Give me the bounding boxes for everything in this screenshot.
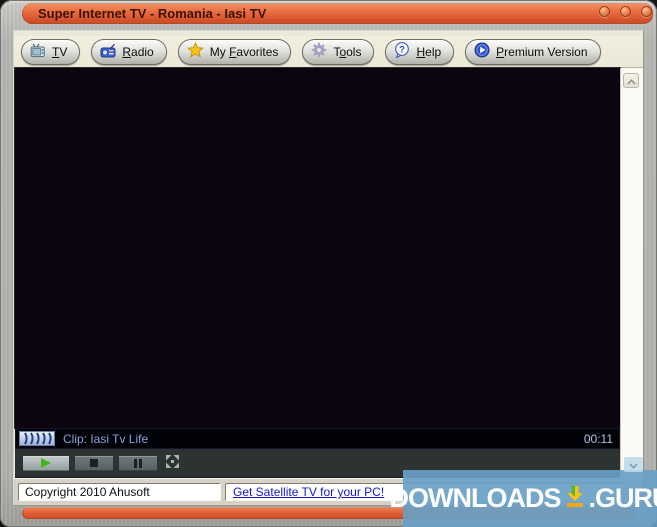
my-favorites-button-label: My Favorites [209,44,279,59]
premium-version-button-label: Premium Version [496,44,588,59]
star-icon [186,41,204,61]
maximize-button[interactable] [620,6,631,17]
clip-title: Clip: Iasi Tv Life [63,431,149,446]
copyright-field: Copyright 2010 Ahusoft [18,483,221,501]
my-favorites-button[interactable]: My Favorites [177,38,292,65]
help-button[interactable]: ? Help [385,38,455,65]
buffering-indicator [19,431,55,446]
premium-version-button[interactable]: Premium Version [465,38,601,65]
question-bubble-icon: ? [394,42,410,61]
tv-button-label: TV [52,44,68,59]
fullscreen-icon [164,453,181,473]
video-display [14,67,621,429]
help-button-label: Help [416,44,442,59]
watermark-text-right: .GURU [588,483,657,513]
svg-text:?: ? [400,44,406,55]
app-window: Super Internet TV - Romania - Iasi TV TV [0,0,657,527]
toolbar: TV Radio My Favorites Tools ? Help Premi… [14,36,643,68]
pause-icon [134,458,142,468]
chevron-down-icon [629,456,638,474]
window-title: Super Internet TV - Romania - Iasi TV [38,6,267,21]
watermark-text-left: DOWNLOADS [389,483,562,513]
status-bar: Clip: Iasi Tv Life 00:11 [15,428,620,449]
pause-button[interactable] [119,455,157,471]
play-badge-icon [474,42,490,61]
tv-icon [30,43,46,61]
radio-icon [100,43,116,61]
fullscreen-button[interactable] [164,453,181,473]
play-button[interactable] [23,455,69,471]
close-button[interactable] [641,6,652,17]
minimize-button[interactable] [599,6,610,17]
channel-panel-strip [620,68,643,478]
radio-button-label: Radio [122,44,154,59]
stop-button[interactable] [75,455,113,471]
gear-icon [311,42,327,61]
watermark-collapse-button[interactable] [624,457,643,472]
copyright-text: Copyright 2010 Ahusoft [25,485,150,499]
panel-expander-button[interactable] [623,73,639,88]
tools-button[interactable]: Tools [302,38,375,65]
play-icon [41,458,51,468]
download-icon [562,483,588,514]
tv-button[interactable]: TV [21,38,81,65]
downloads-guru-watermark: DOWNLOADS .GURU [390,457,657,527]
radio-button[interactable]: Radio [91,38,167,65]
elapsed-time: 00:11 [583,431,613,446]
tools-button-label: Tools [333,44,362,59]
chevron-up-icon [626,72,636,90]
stop-icon [90,459,98,467]
title-bar: Super Internet TV - Romania - Iasi TV [22,3,653,24]
satellite-tv-link[interactable]: Get Satellite TV for your PC! [233,485,384,499]
